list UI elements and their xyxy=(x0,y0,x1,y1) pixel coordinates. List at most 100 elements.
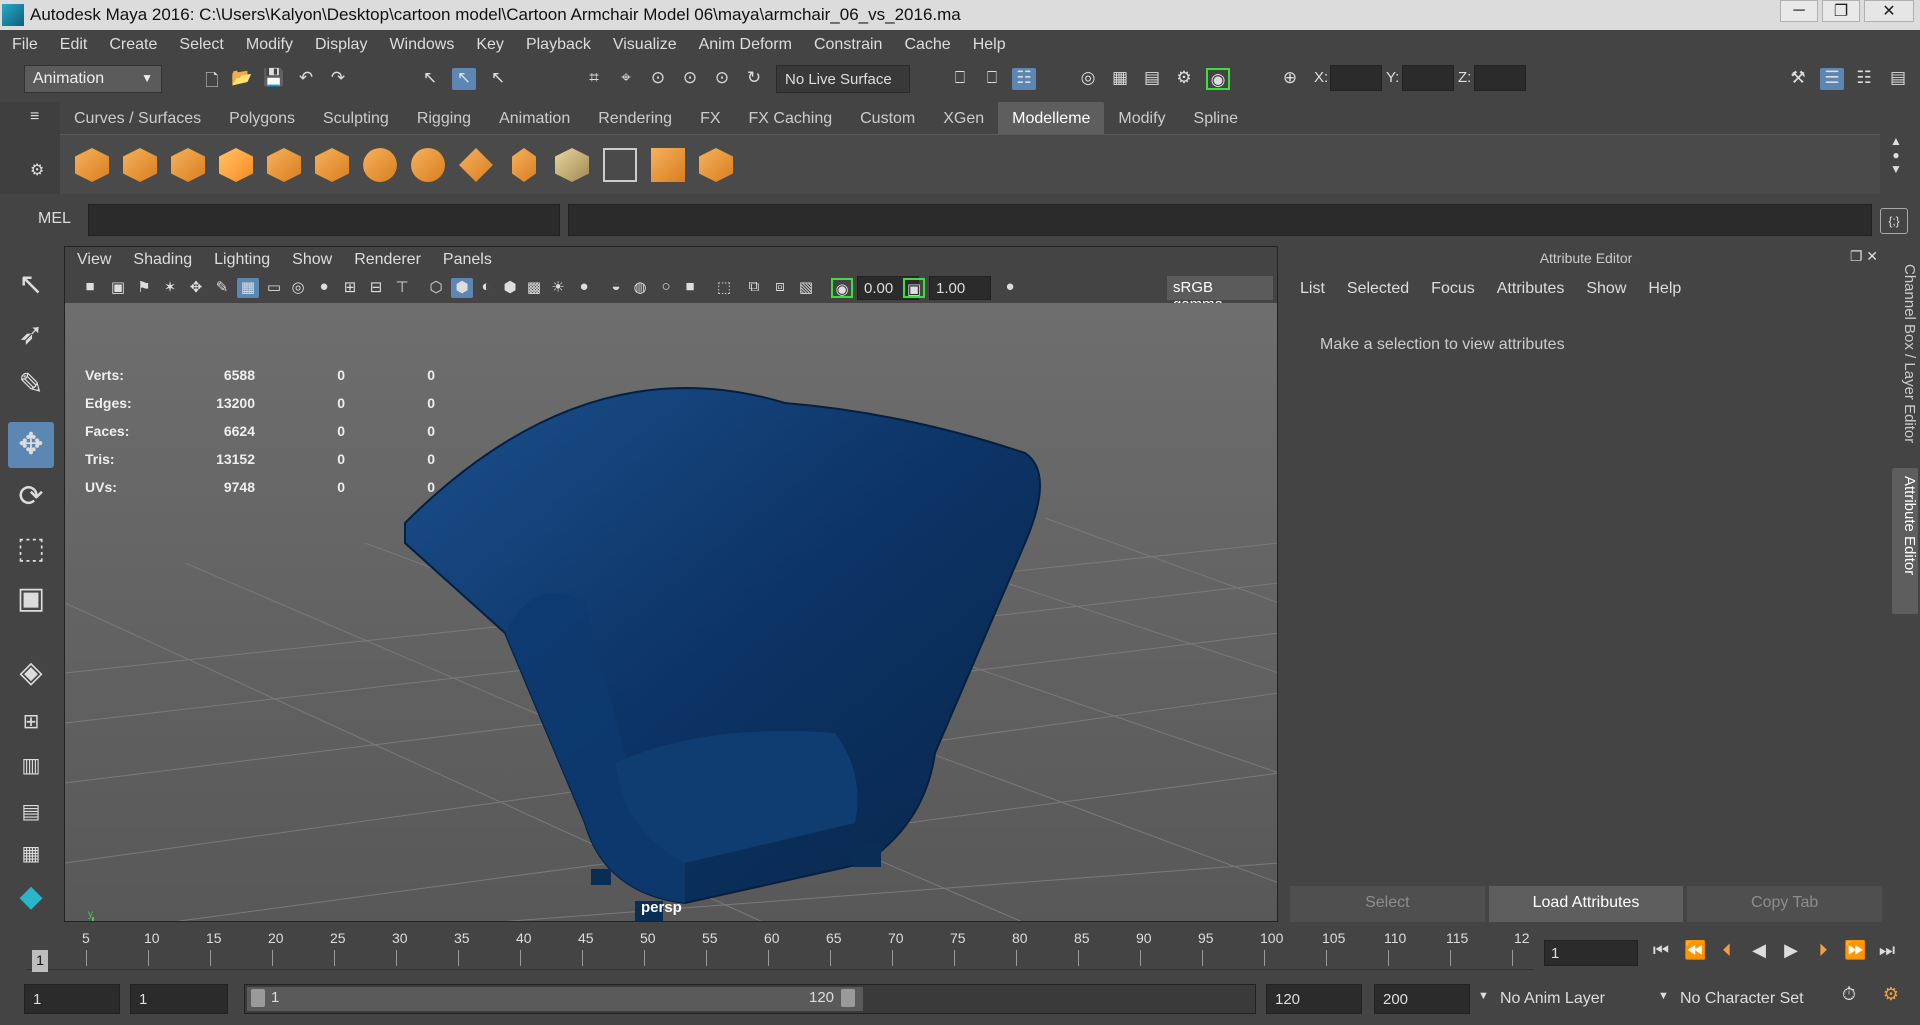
tab-custom[interactable]: Custom xyxy=(846,102,929,134)
tab-polygons[interactable]: Polygons xyxy=(215,102,309,134)
tab-modelleme[interactable]: Modelleme xyxy=(998,102,1105,134)
tab-attribute-editor[interactable]: Attribute Editor xyxy=(1892,468,1918,614)
render-view-icon[interactable]: ⚙ xyxy=(1172,68,1196,90)
use-all-lights-icon[interactable]: ☀ xyxy=(547,278,569,298)
snap-point-icon[interactable]: ⊙ xyxy=(646,68,670,90)
film-gate-icon[interactable]: ▭ xyxy=(263,278,285,298)
xray-icon[interactable]: ⧉ xyxy=(743,278,765,298)
xray-joints-icon[interactable]: ⧈ xyxy=(769,278,791,298)
animation-start-field[interactable]: 1 xyxy=(24,984,120,1014)
snap-view-plane-icon[interactable]: ⊙ xyxy=(678,68,702,90)
new-scene-icon[interactable]: 🗋 xyxy=(200,68,224,90)
menu-playback[interactable]: Playback xyxy=(526,36,591,54)
shelf-tool-4-icon[interactable] xyxy=(216,145,256,185)
menu-help[interactable]: Help xyxy=(973,36,1006,54)
gate-mask-icon[interactable]: ● xyxy=(313,278,335,298)
select-component-icon[interactable]: ↖ xyxy=(486,68,510,90)
shelf-tool-9-icon[interactable] xyxy=(456,145,496,185)
ipr-render-icon[interactable]: ▤ xyxy=(1140,68,1164,90)
step-forward-frame-icon[interactable]: ⏩ xyxy=(1844,940,1866,966)
snap-surface-icon[interactable]: ⊙ xyxy=(710,68,734,90)
output-ops-icon[interactable]: ⎕ xyxy=(980,68,1004,90)
shelf-menu-icon[interactable]: ≡ xyxy=(30,108,39,126)
shelf-tool-1-icon[interactable] xyxy=(72,145,112,185)
step-forward-key-icon[interactable]: ⏵ xyxy=(1812,940,1834,966)
wireframe-on-shaded-icon[interactable]: ⬢ xyxy=(499,278,521,298)
gamma-field[interactable]: 1.00 xyxy=(929,276,991,300)
range-slider[interactable]: 1 120 xyxy=(244,984,1256,1014)
shelf-tool-12-icon[interactable] xyxy=(600,145,640,185)
shelf-tool-2-icon[interactable] xyxy=(120,145,160,185)
ae-menu-selected[interactable]: Selected xyxy=(1347,280,1409,298)
construction-history-icon[interactable]: ☷ xyxy=(1012,68,1036,90)
playback-end-field[interactable]: 120 xyxy=(1266,984,1362,1014)
menu-modify[interactable]: Modify xyxy=(246,36,293,54)
channel-box-toggle-icon[interactable]: ▤ xyxy=(1886,68,1910,90)
isolate-select-icon[interactable]: ⬚ xyxy=(713,278,735,298)
viewport-menu-show[interactable]: Show xyxy=(292,251,332,269)
attribute-editor-toggle-icon[interactable]: ☰ xyxy=(1820,68,1844,90)
shelf-tool-6-icon[interactable] xyxy=(312,145,352,185)
go-to-end-icon[interactable]: ⏭ xyxy=(1876,940,1898,966)
shelf-tool-13-icon[interactable] xyxy=(648,145,688,185)
playback-start-field[interactable]: 1 xyxy=(130,984,228,1014)
snap-curve-icon[interactable]: ⌖ xyxy=(614,68,638,90)
shelf-tool-5-icon[interactable] xyxy=(264,145,304,185)
panel-float-close-icon[interactable]: ❐ ✕ xyxy=(1850,248,1878,265)
redo-icon[interactable]: ↷ xyxy=(326,68,350,90)
screen-space-ao-icon[interactable]: ◒ xyxy=(605,278,627,298)
gamma-icon[interactable]: ▣ xyxy=(903,278,925,298)
modeling-toolkit-icon[interactable]: ⚒ xyxy=(1786,68,1810,90)
field-chart-icon[interactable]: ⊞ xyxy=(339,278,361,298)
motion-blur-icon[interactable]: ◍ xyxy=(629,278,651,298)
menu-visualize[interactable]: Visualize xyxy=(613,36,677,54)
script-editor-icon[interactable]: {;} xyxy=(1880,208,1908,234)
close-button[interactable]: ✕ xyxy=(1864,0,1914,22)
shelf-tool-7-icon[interactable] xyxy=(360,145,400,185)
grease-pencil-icon[interactable]: ✎ xyxy=(211,278,233,298)
copy-tab-button[interactable]: Copy Tab xyxy=(1687,886,1883,922)
viewport-menu-lighting[interactable]: Lighting xyxy=(214,251,270,269)
hypershade-layout-icon[interactable]: ▦ xyxy=(8,836,54,872)
persp-graph-layout-icon[interactable]: ▤ xyxy=(8,794,54,830)
paint-select-tool-icon[interactable]: ✎ xyxy=(8,362,54,408)
viewport-menu-shading[interactable]: Shading xyxy=(133,251,192,269)
menu-windows[interactable]: Windows xyxy=(389,36,454,54)
range-end-handle[interactable] xyxy=(841,989,855,1007)
select-camera-icon[interactable]: ■ xyxy=(79,278,101,298)
anim-layer-dropdown[interactable]: ▼ No Anim Layer xyxy=(1478,984,1628,1014)
ae-menu-show[interactable]: Show xyxy=(1586,280,1626,298)
animation-preferences-icon[interactable]: ⚙ xyxy=(1880,984,1902,1010)
grid-icon[interactable]: ▦ xyxy=(237,278,259,298)
shelf-tool-8-icon[interactable] xyxy=(408,145,448,185)
undo-icon[interactable]: ↶ xyxy=(294,68,318,90)
menu-cache[interactable]: Cache xyxy=(904,36,950,54)
viewport-panel[interactable]: View Shading Lighting Show Renderer Pane… xyxy=(64,246,1278,922)
z-input[interactable] xyxy=(1474,65,1526,91)
go-to-start-icon[interactable]: ⏮ xyxy=(1650,940,1672,966)
resolution-gate-icon[interactable]: ◎ xyxy=(287,278,309,298)
play-forwards-icon[interactable]: ▶ xyxy=(1780,940,1802,966)
command-input[interactable] xyxy=(88,204,560,236)
live-surface-field[interactable]: No Live Surface xyxy=(776,65,910,93)
render-current-frame-icon[interactable]: ▦ xyxy=(1108,68,1132,90)
select-tool-icon[interactable]: ↖ xyxy=(8,262,54,308)
time-slider[interactable]: 5 10 15 20 25 30 35 40 45 50 55 60 65 70… xyxy=(26,930,1534,972)
bookmark-icon[interactable]: ⚑ xyxy=(133,278,155,298)
tab-xgen[interactable]: XGen xyxy=(929,102,998,134)
shadows-icon[interactable]: ● xyxy=(573,278,595,298)
snap-live-icon[interactable]: ↻ xyxy=(742,68,766,90)
menu-select[interactable]: Select xyxy=(179,36,223,54)
tab-animation[interactable]: Animation xyxy=(485,102,584,134)
tab-fx[interactable]: FX xyxy=(686,102,734,134)
tab-sculpting[interactable]: Sculpting xyxy=(309,102,403,134)
save-scene-icon[interactable]: 💾 xyxy=(262,68,286,90)
ae-menu-focus[interactable]: Focus xyxy=(1431,280,1475,298)
auto-key-icon[interactable]: ⏱ xyxy=(1838,984,1860,1010)
camera-attributes-icon[interactable]: ▣ xyxy=(107,278,129,298)
shelf-tool-14-icon[interactable] xyxy=(696,145,736,185)
hypershade-icon[interactable]: ◉ xyxy=(1206,68,1230,90)
tab-spline[interactable]: Spline xyxy=(1180,102,1252,134)
input-ops-icon[interactable]: ⎕ xyxy=(948,68,972,90)
exposure-icon[interactable]: ◉ xyxy=(831,278,853,298)
